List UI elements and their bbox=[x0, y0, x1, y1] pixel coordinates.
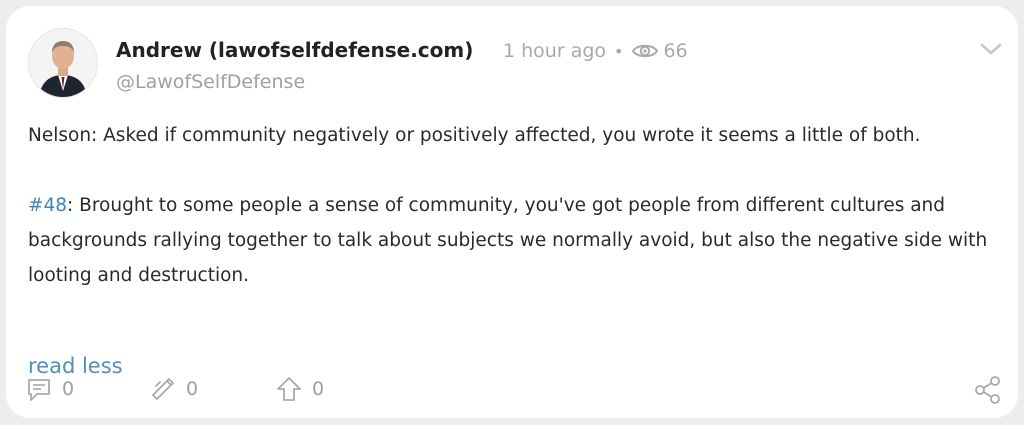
author-name[interactable]: Andrew (lawofselfdefense.com) bbox=[116, 38, 473, 62]
chevron-down-icon[interactable] bbox=[978, 40, 1004, 58]
upvote-count: 0 bbox=[312, 378, 325, 400]
repost-count: 0 bbox=[186, 378, 199, 400]
post-body: Nelson: Asked if community negatively or… bbox=[28, 118, 988, 293]
post-paragraph: Nelson: Asked if community negatively or… bbox=[28, 125, 921, 146]
timestamp[interactable]: 1 hour ago bbox=[503, 40, 606, 62]
share-icon[interactable] bbox=[972, 374, 1004, 406]
post-meta: 1 hour ago • 66 bbox=[503, 40, 688, 62]
comment-count: 0 bbox=[62, 378, 75, 400]
separator-dot: • bbox=[614, 41, 624, 61]
comment-icon bbox=[28, 379, 50, 401]
post-paragraph: #48: Brought to some people a sense of c… bbox=[28, 188, 988, 293]
hashtag-link[interactable]: #48 bbox=[28, 195, 67, 216]
author-handle[interactable]: @LawofSelfDefense bbox=[116, 71, 305, 93]
post-paragraph-text: : Brought to some people a sense of comm… bbox=[28, 195, 988, 286]
arrow-up-icon bbox=[277, 377, 301, 401]
view-count: 66 bbox=[663, 40, 688, 62]
repost-button[interactable]: 0 bbox=[148, 374, 198, 404]
repost-icon bbox=[152, 378, 174, 400]
avatar[interactable] bbox=[28, 28, 98, 98]
post-card: Andrew (lawofselfdefense.com) 1 hour ago… bbox=[6, 6, 1018, 418]
comment-button[interactable]: 0 bbox=[24, 374, 74, 404]
upvote-button[interactable]: 0 bbox=[274, 374, 324, 404]
eye-icon bbox=[632, 44, 659, 58]
avatar-image bbox=[29, 29, 97, 97]
